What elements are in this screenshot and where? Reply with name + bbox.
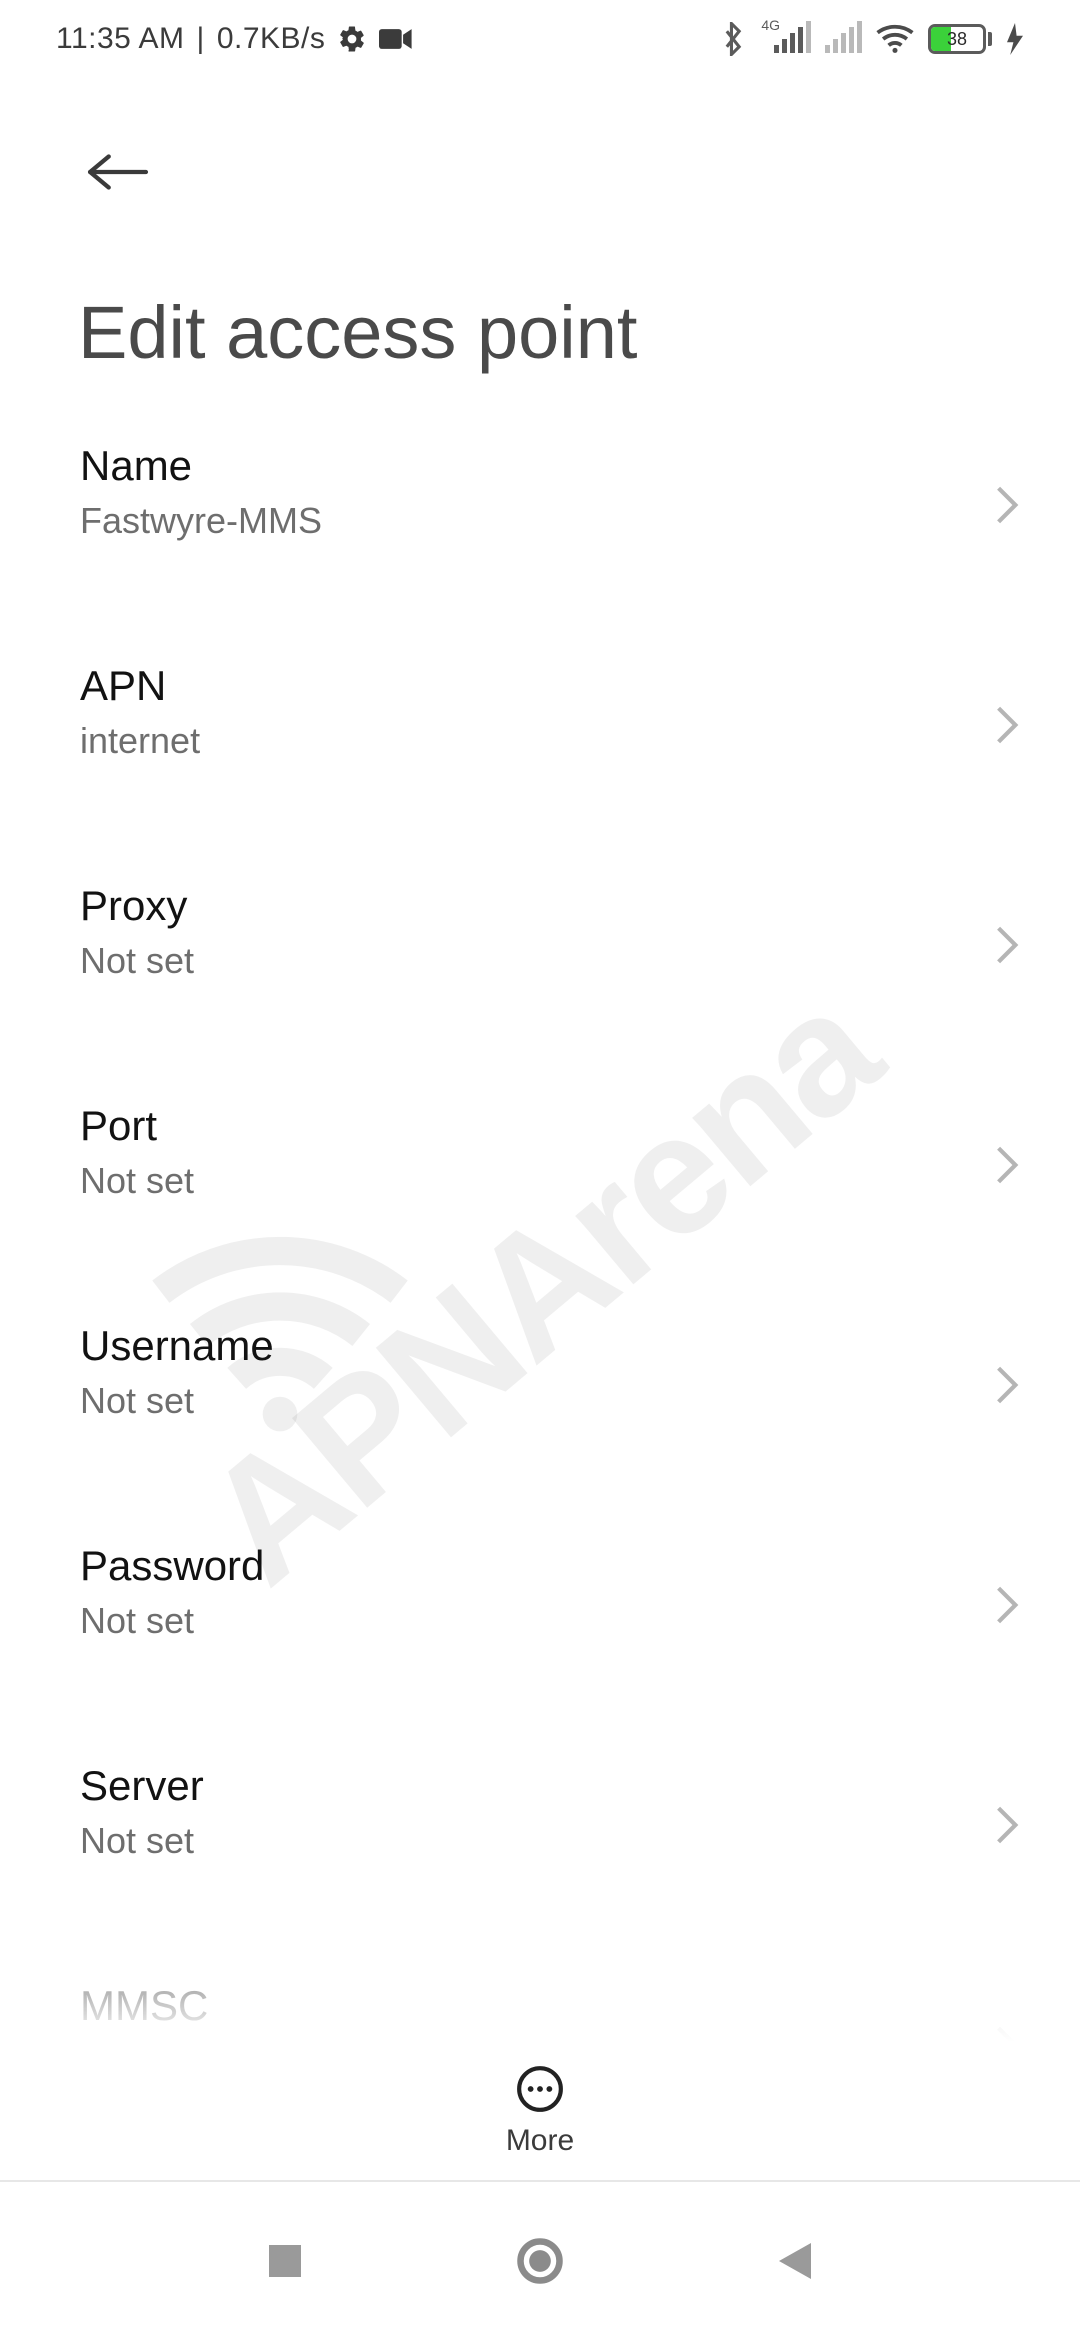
row-value: Not set [80, 1380, 960, 1422]
battery-percent: 38 [931, 27, 983, 51]
more-icon [515, 2064, 565, 2114]
settings-list: Name Fastwyre-MMS APN internet Proxy Not… [0, 408, 1080, 2042]
row-label: Username [80, 1322, 960, 1370]
row-apn[interactable]: APN internet [0, 628, 1080, 822]
camera-icon [379, 26, 413, 52]
status-time: 11:35 AM [56, 22, 185, 56]
arrow-left-icon [87, 150, 149, 194]
system-nav-bar [0, 2180, 1080, 2340]
chevron-right-icon [994, 1364, 1020, 1406]
row-label: Password [80, 1542, 960, 1590]
bluetooth-icon [721, 22, 745, 56]
gear-icon [337, 24, 367, 54]
more-label: More [506, 2124, 574, 2158]
row-proxy[interactable]: Proxy Not set [0, 848, 1080, 1042]
row-name[interactable]: Name Fastwyre-MMS [0, 408, 1080, 602]
nav-back-button[interactable] [775, 2239, 815, 2283]
chevron-right-icon [994, 484, 1020, 526]
row-label: Name [80, 442, 960, 490]
status-right: 4G 38 [721, 22, 1024, 56]
nav-home-button[interactable] [514, 2235, 566, 2287]
row-value: Not set [80, 940, 960, 982]
more-button[interactable]: More [506, 2064, 574, 2158]
row-value: internet [80, 720, 960, 762]
row-password[interactable]: Password Not set [0, 1508, 1080, 1702]
chevron-right-icon [994, 1804, 1020, 1846]
row-username[interactable]: Username Not set [0, 1288, 1080, 1482]
status-separator: | [197, 22, 205, 56]
row-label: Server [80, 1762, 960, 1810]
row-label: Proxy [80, 882, 960, 930]
chevron-right-icon [994, 924, 1020, 966]
chevron-right-icon [994, 704, 1020, 746]
status-datarate: 0.7KB/s [217, 22, 326, 56]
back-button[interactable] [78, 132, 158, 212]
bottom-action-bar: More [0, 2042, 1080, 2180]
wifi-icon [876, 24, 914, 54]
row-label: Port [80, 1102, 960, 1150]
row-port[interactable]: Port Not set [0, 1068, 1080, 1262]
nav-recent-button[interactable] [265, 2241, 305, 2281]
charging-icon [1006, 23, 1024, 55]
row-value: Fastwyre-MMS [80, 500, 960, 542]
chevron-right-icon [994, 1144, 1020, 1186]
row-value: Not set [80, 1600, 960, 1642]
signal-sim2-icon [825, 25, 862, 53]
status-bar: 11:35 AM | 0.7KB/s 4G 38 [0, 0, 1080, 78]
status-left: 11:35 AM | 0.7KB/s [56, 22, 413, 56]
row-label: APN [80, 662, 960, 710]
chevron-right-icon [994, 1584, 1020, 1626]
row-value: Not set [80, 1820, 960, 1862]
battery-icon: 38 [928, 24, 992, 54]
row-value: Not set [80, 1160, 960, 1202]
page-title: Edit access point [0, 212, 1080, 375]
